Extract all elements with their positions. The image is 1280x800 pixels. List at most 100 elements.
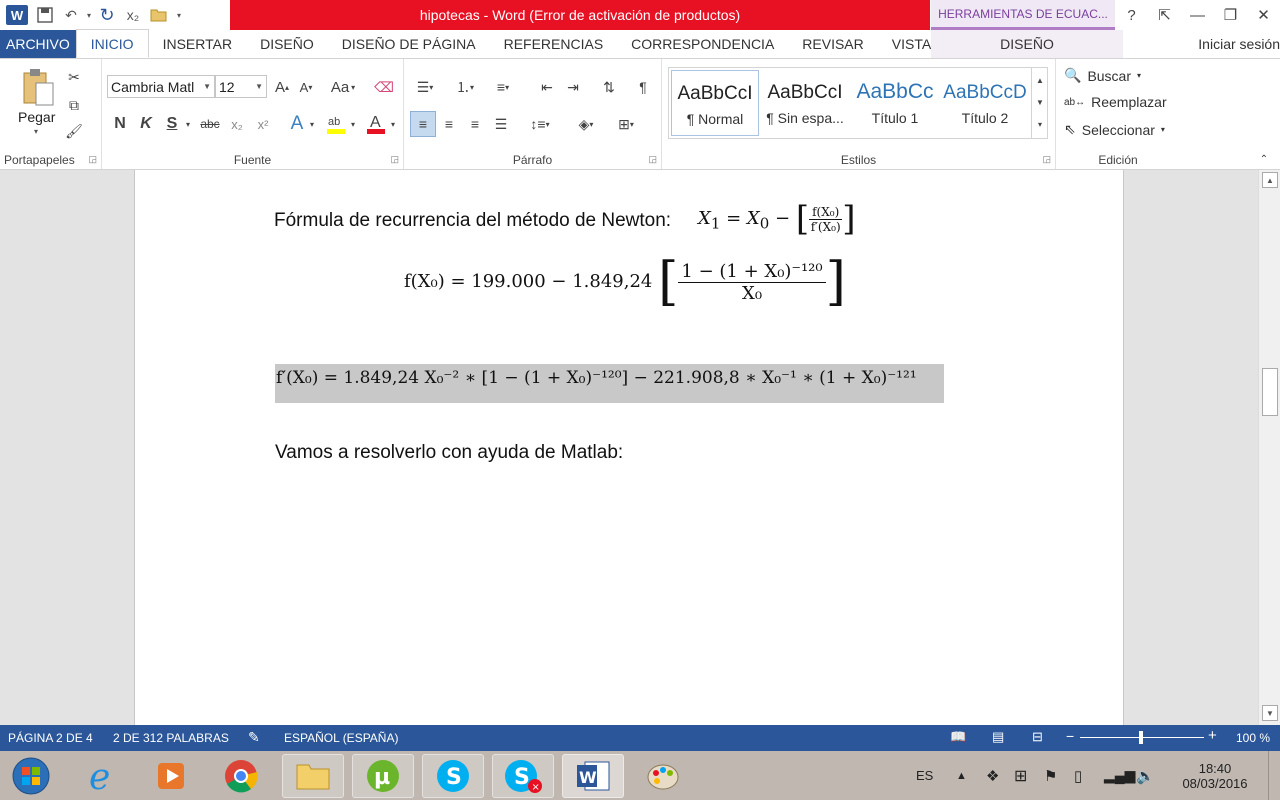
ie-icon[interactable]: e	[72, 754, 134, 798]
highlight-color-icon[interactable]: ab	[324, 111, 348, 137]
web-layout-icon[interactable]: ⊟	[1032, 729, 1043, 745]
justify-icon[interactable]: ☰	[490, 113, 512, 135]
text-effects-dropdown-icon[interactable]: ▾	[307, 113, 317, 135]
scroll-down-icon[interactable]: ▼	[1262, 705, 1278, 721]
action-center-flag-icon[interactable]: ⚑	[1044, 751, 1057, 800]
customize-qat-icon[interactable]: ▾	[172, 0, 186, 30]
show-hidden-icons-icon[interactable]: ▲	[956, 751, 967, 800]
word-app-icon[interactable]: W	[6, 5, 28, 25]
word-count[interactable]: 2 DE 312 PALABRAS	[113, 731, 229, 745]
chrome-icon[interactable]	[210, 754, 272, 798]
skype-error-icon[interactable]: S ×	[492, 754, 554, 798]
newton-formula[interactable]: X1 = X0 − [f(X₀) f′(X₀)]	[698, 202, 856, 236]
underline-dropdown-icon[interactable]: ▾	[182, 113, 194, 135]
explorer-icon[interactable]	[282, 754, 344, 798]
volume-icon[interactable]: 🔈	[1136, 751, 1155, 800]
network-icon[interactable]: ▂▄▆	[1104, 751, 1135, 800]
styles-launcher-icon[interactable]: ◲	[1042, 154, 1051, 165]
battery-icon[interactable]: ▯	[1074, 751, 1082, 800]
bold-button[interactable]: N	[110, 113, 130, 135]
superscript-button[interactable]: x²	[252, 113, 274, 135]
style-heading-1[interactable]: AaBbCc Título 1	[851, 70, 939, 136]
save-icon[interactable]	[32, 0, 58, 30]
read-mode-icon[interactable]: 📖	[950, 729, 966, 745]
word-taskbar-icon[interactable]: W	[562, 754, 624, 798]
zoom-in-button[interactable]: +	[1208, 727, 1217, 744]
grow-font-icon[interactable]: A ▴	[272, 77, 292, 97]
dropbox-icon[interactable]: ❖	[986, 751, 999, 800]
tab-archivo[interactable]: ARCHIVO	[0, 30, 76, 58]
numbering-icon[interactable]: ⒈ ▾	[450, 77, 480, 97]
paragraph-launcher-icon[interactable]: ◲	[648, 154, 657, 165]
tab-diseno-pagina[interactable]: DISEÑO DE PÁGINA	[328, 30, 490, 58]
collapse-ribbon-icon[interactable]: ⌃	[1256, 151, 1272, 167]
multilevel-list-icon[interactable]: ≡ ▾	[488, 77, 518, 97]
align-right-icon[interactable]: ≡	[464, 113, 486, 135]
highlight-dropdown-icon[interactable]: ▾	[348, 113, 358, 135]
open-folder-icon[interactable]	[146, 0, 172, 30]
font-color-icon[interactable]: A	[364, 111, 388, 137]
bullets-icon[interactable]: ☰ ▾	[412, 77, 438, 97]
style-normal[interactable]: AaBbCcI ¶ Normal	[671, 70, 759, 136]
italic-button[interactable]: K	[136, 113, 156, 135]
show-marks-icon[interactable]: ¶	[632, 77, 654, 97]
font-size-combo[interactable]: 12 ▼	[215, 75, 267, 98]
styles-up-icon[interactable]: ▲	[1032, 70, 1048, 90]
minimize-icon[interactable]: —	[1181, 0, 1214, 30]
zoom-slider-thumb[interactable]	[1139, 731, 1143, 744]
text-effects-icon[interactable]: A	[286, 113, 308, 135]
paint-icon[interactable]	[632, 754, 694, 798]
format-painter-icon[interactable]: 🖌	[64, 121, 84, 141]
utorrent-icon[interactable]: µ	[352, 754, 414, 798]
print-layout-icon[interactable]: ▤	[992, 729, 1004, 745]
windows-tray-icon[interactable]: ⊞	[1014, 751, 1027, 800]
find-button[interactable]: 🔍 Buscar ▾	[1064, 67, 1141, 84]
close-icon[interactable]: ✕	[1247, 0, 1280, 30]
show-desktop-button[interactable]	[1268, 751, 1280, 800]
line-spacing-icon[interactable]: ↕≡ ▾	[524, 113, 556, 135]
styles-down-icon[interactable]: ▼	[1032, 92, 1048, 112]
align-center-icon[interactable]: ≡	[438, 113, 460, 135]
vertical-scrollbar[interactable]: ▲ ▼	[1258, 170, 1280, 725]
strikethrough-button[interactable]: abc	[198, 113, 222, 135]
undo-icon[interactable]: ↶	[58, 0, 84, 30]
decrease-indent-icon[interactable]: ⇤	[536, 77, 558, 97]
tab-referencias[interactable]: REFERENCIAS	[490, 30, 618, 58]
style-no-spacing[interactable]: AaBbCcI ¶ Sin espa...	[761, 70, 849, 136]
sign-in-link[interactable]: Iniciar sesión	[1198, 30, 1280, 58]
tab-inicio[interactable]: INICIO	[75, 29, 149, 58]
zoom-out-button[interactable]: −	[1066, 728, 1074, 744]
underline-button[interactable]: S	[162, 113, 182, 135]
doc-line-matlab[interactable]: Vamos a resolverlo con ayuda de Matlab:	[275, 442, 623, 464]
tab-insertar[interactable]: INSERTAR	[149, 30, 247, 58]
media-player-icon[interactable]	[140, 754, 202, 798]
language-indicator[interactable]: ES	[916, 751, 933, 800]
paste-icon[interactable]	[18, 65, 58, 109]
cut-icon[interactable]: ✂	[64, 67, 84, 87]
scroll-up-icon[interactable]: ▲	[1262, 172, 1278, 188]
increase-indent-icon[interactable]: ⇥	[562, 77, 584, 97]
shrink-font-icon[interactable]: A ▾	[296, 77, 316, 97]
borders-icon[interactable]: ⊞ ▾	[610, 113, 642, 135]
replace-button[interactable]: ab↔ Reemplazar	[1064, 94, 1167, 110]
clock[interactable]: 18:40 08/03/2016	[1172, 751, 1258, 800]
font-color-dropdown-icon[interactable]: ▾	[388, 113, 398, 135]
select-button[interactable]: ⇖ Seleccionar ▾	[1064, 121, 1165, 138]
subscript-button[interactable]: x₂	[226, 113, 248, 135]
help-icon[interactable]: ?	[1115, 0, 1148, 30]
shading-icon[interactable]: ◈ ▾	[570, 113, 602, 135]
undo-dropdown-icon[interactable]: ▾	[84, 0, 94, 30]
language-status[interactable]: ESPAÑOL (ESPAÑA)	[284, 731, 398, 745]
redo-icon[interactable]: ↻	[94, 0, 120, 30]
align-left-icon[interactable]: ≡	[410, 111, 436, 137]
page-count[interactable]: PÁGINA 2 DE 4	[8, 731, 93, 745]
clipboard-launcher-icon[interactable]: ◲	[88, 154, 97, 165]
paste-dropdown-icon[interactable]: ▾	[34, 127, 38, 136]
font-launcher-icon[interactable]: ◲	[390, 154, 399, 165]
tab-context-diseno[interactable]: DISEÑO	[931, 30, 1123, 58]
skype-icon[interactable]: S	[422, 754, 484, 798]
sort-icon[interactable]: ⇅	[598, 77, 620, 97]
change-case-button[interactable]: Aa ▾	[328, 77, 358, 97]
restore-icon[interactable]: ❐	[1214, 0, 1247, 30]
f-formula[interactable]: f(X₀) = 199.000 − 1.849,24 [1 − (1 + X₀)…	[404, 256, 846, 308]
